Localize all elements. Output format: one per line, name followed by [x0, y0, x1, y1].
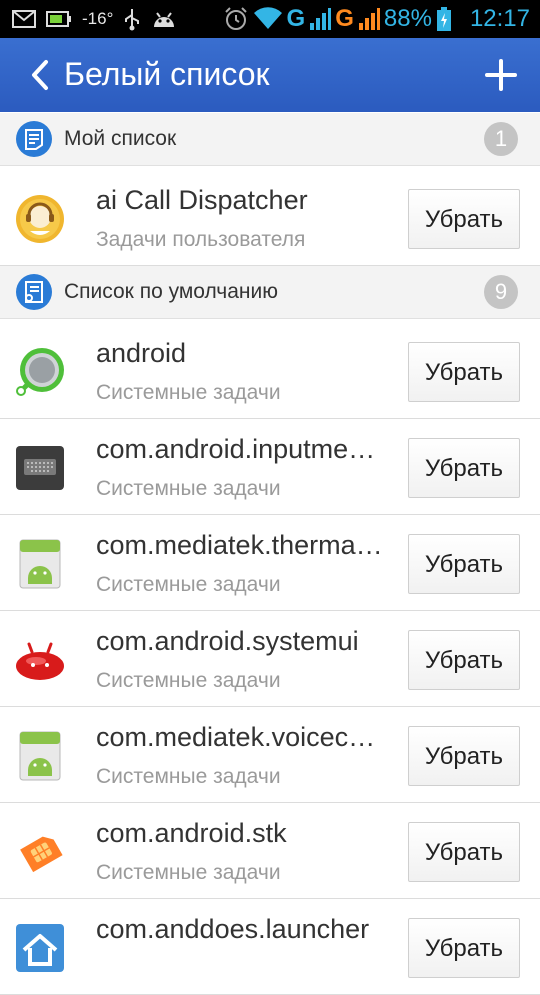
- app-name: com.android.inputme…: [96, 434, 376, 464]
- count-badge: 1: [484, 122, 518, 156]
- list-item: com.android.inputme… Системные задачи Уб…: [0, 419, 540, 515]
- list-icon: [16, 121, 52, 157]
- section-title: Мой список: [64, 127, 177, 150]
- app-subtitle: Системные задачи: [96, 381, 281, 404]
- signal-2-icon: [358, 8, 380, 30]
- signal-icon: [310, 8, 332, 30]
- list-item: com.mediatek.therma… Системные задачи Уб…: [0, 515, 540, 611]
- usb-icon: [125, 9, 140, 31]
- chevron-left-icon[interactable]: [26, 58, 56, 92]
- remove-button[interactable]: Убрать: [408, 822, 520, 882]
- page-title: Белый список: [64, 56, 270, 92]
- list-settings-icon: [16, 274, 52, 310]
- keyboard-app-icon: [16, 446, 64, 490]
- remove-button[interactable]: Убрать: [408, 726, 520, 786]
- battery-icon: [436, 7, 451, 31]
- alarm-icon: [224, 7, 247, 30]
- network-type-2: G: [335, 5, 354, 32]
- app-name: com.mediatek.voicec…: [96, 722, 376, 752]
- status-bar: -16° G G 88% 12:17: [0, 0, 540, 38]
- app-subtitle: Системные задачи: [96, 477, 281, 500]
- remove-button[interactable]: Убрать: [408, 438, 520, 498]
- section-title: Список по умолчанию: [64, 280, 278, 303]
- call-dispatcher-app-icon: [16, 195, 64, 243]
- list-item: com.android.stk Системные задачи Убрать: [0, 803, 540, 899]
- app-subtitle: Системные задачи: [96, 669, 281, 692]
- list-item: com.android.systemui Системные задачи Уб…: [0, 611, 540, 707]
- remove-button[interactable]: Убрать: [408, 918, 520, 978]
- list-item: android Системные задачи Убрать: [0, 323, 540, 419]
- list-item: ai Call Dispatcher Задачи пользователя У…: [0, 170, 540, 266]
- android-default-app-icon: [19, 731, 61, 781]
- home-launcher-app-icon: [16, 924, 64, 972]
- action-bar: Белый список: [0, 38, 540, 112]
- sim-card-app-icon: [20, 836, 63, 873]
- count-badge: 9: [484, 275, 518, 309]
- list-item: com.anddoes.launcher Убрать: [0, 899, 540, 995]
- section-default-list: Список по умолчанию 9: [0, 266, 540, 319]
- clock: 12:17: [469, 5, 530, 32]
- app-subtitle: Задачи пользователя: [96, 228, 306, 251]
- battery-charge-icon: [46, 11, 71, 27]
- network-type-1: G: [286, 5, 306, 32]
- android-default-app-icon: [19, 539, 61, 589]
- android-debug-icon: [154, 12, 175, 27]
- section-my-list: Мой список 1: [0, 113, 540, 166]
- remove-button[interactable]: Убрать: [408, 534, 520, 594]
- android-ring-app-icon: [16, 348, 64, 396]
- app-name: com.android.stk: [96, 818, 287, 848]
- remove-button[interactable]: Убрать: [408, 630, 520, 690]
- app-subtitle: Системные задачи: [96, 765, 281, 788]
- jellybean-app-icon: [16, 642, 64, 680]
- gmail-icon: [12, 10, 36, 28]
- temperature-text: -16°: [82, 9, 114, 28]
- app-name: ai Call Dispatcher: [96, 185, 308, 215]
- remove-button[interactable]: Убрать: [408, 189, 520, 249]
- battery-percent: 88%: [383, 5, 432, 32]
- wifi-icon: [253, 7, 282, 29]
- app-subtitle: Системные задачи: [96, 861, 281, 884]
- app-name: com.android.systemui: [96, 626, 359, 656]
- remove-button[interactable]: Убрать: [408, 342, 520, 402]
- app-subtitle: Системные задачи: [96, 573, 281, 596]
- app-name: com.anddoes.launcher: [96, 914, 370, 944]
- app-name: com.mediatek.therma…: [96, 530, 383, 560]
- app-name: android: [96, 338, 187, 368]
- plus-icon[interactable]: [484, 58, 518, 92]
- list-item: com.mediatek.voicec… Системные задачи Уб…: [0, 707, 540, 803]
